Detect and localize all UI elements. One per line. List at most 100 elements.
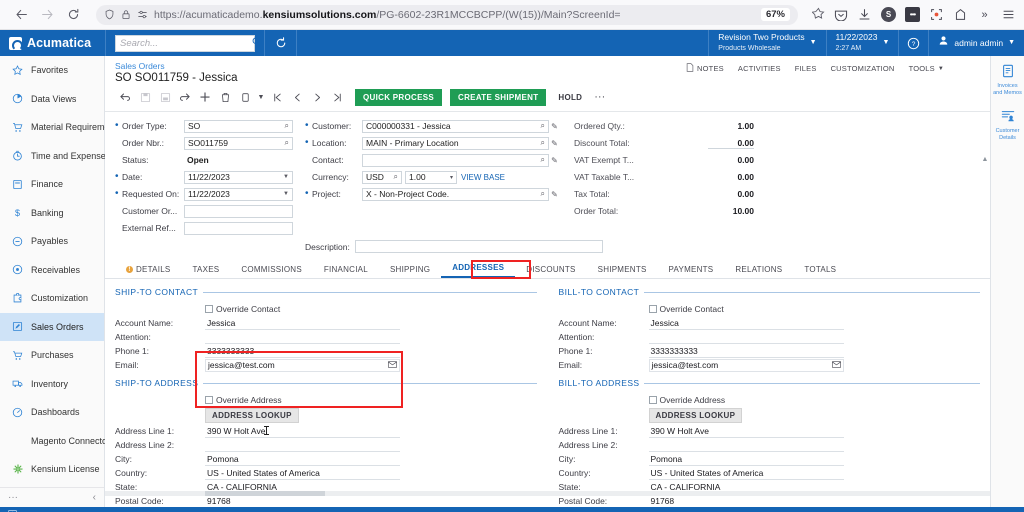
save-icon[interactable] <box>135 88 155 106</box>
first-record-icon[interactable] <box>267 88 287 106</box>
customization-link[interactable]: CUSTOMIZATION <box>831 64 895 73</box>
browser-reload-button[interactable] <box>60 4 86 26</box>
bill-to-address-lookup-button[interactable]: ADDRESS LOOKUP <box>648 408 743 423</box>
tab-totals[interactable]: TOTALS <box>793 265 847 278</box>
envelope-icon[interactable] <box>388 360 397 370</box>
sidebar-item-payables[interactable]: Payables <box>0 227 104 256</box>
sidebar-item-material-requirements[interactable]: Material Requireme... <box>0 113 117 142</box>
view-base-link[interactable]: VIEW BASE <box>457 173 505 182</box>
search-input[interactable] <box>120 37 252 49</box>
lookup-icon[interactable]: ⌕ <box>539 155 545 165</box>
customer-input[interactable]: C000000331 - Jessica ⌕ <box>362 119 549 133</box>
copy-paste-icon[interactable] <box>235 88 255 106</box>
search-icon[interactable] <box>252 37 261 49</box>
bill-to-phone-input[interactable]: 3333333333 <box>648 345 844 358</box>
date-time-selector[interactable]: 11/22/2023 2:27 AM ▼ <box>825 30 899 56</box>
bill-to-address-line2-input[interactable] <box>648 439 844 452</box>
ship-to-phone-input[interactable]: 3333333333 <box>205 345 400 358</box>
browser-back-button[interactable] <box>8 4 34 26</box>
ship-to-postal-code-input[interactable]: 91768 <box>205 495 400 507</box>
tab-taxes[interactable]: TAXES <box>182 265 231 278</box>
download-icon[interactable] <box>857 7 872 22</box>
tab-financial[interactable]: FINANCIAL <box>313 265 379 278</box>
lookup-icon[interactable]: ⌕ <box>539 121 545 131</box>
bill-to-city-input[interactable]: Pomona <box>648 453 844 466</box>
ship-to-city-input[interactable]: Pomona <box>205 453 400 466</box>
ship-to-country-input[interactable]: US - United States of America <box>205 467 400 480</box>
chevron-down-icon[interactable]: ▾ <box>448 174 453 181</box>
tab-details[interactable]: ! DETAILS <box>115 265 182 278</box>
caret-down-icon[interactable]: ▼ <box>255 88 267 106</box>
chevron-down-icon[interactable]: ▼ <box>281 191 289 197</box>
undo-icon[interactable] <box>175 88 195 106</box>
bill-to-postal-code-input[interactable]: 91768 <box>648 495 844 507</box>
bill-to-country-input[interactable]: US - United States of America <box>648 467 844 480</box>
browser-forward-button[interactable] <box>34 4 60 26</box>
ship-to-override-contact-row[interactable]: Override Contact <box>115 301 537 316</box>
requested-on-input[interactable]: 11/22/2023 ▼ <box>184 187 293 201</box>
create-shipment-button[interactable]: CREATE SHIPMENT <box>450 88 547 106</box>
ship-to-override-address-row[interactable]: Override Address <box>115 392 537 407</box>
s-badge-icon[interactable]: S <box>881 7 896 22</box>
permissions-icon[interactable] <box>137 9 148 20</box>
browser-url-bar[interactable]: https://acumaticademo.kensiumsolutions.c… <box>96 4 798 25</box>
delete-icon[interactable] <box>215 88 235 106</box>
customer-order-input[interactable] <box>184 204 293 218</box>
bill-to-attention-input[interactable] <box>648 331 844 344</box>
next-record-icon[interactable] <box>307 88 327 106</box>
add-new-icon[interactable] <box>195 88 215 106</box>
lookup-icon[interactable]: ⌕ <box>283 121 289 131</box>
zoom-level-badge[interactable]: 67% <box>760 8 790 21</box>
bill-to-account-name-input[interactable]: Jessica <box>648 317 844 330</box>
tab-shipments[interactable]: SHIPMENTS <box>587 265 658 278</box>
ship-to-address-lookup-button[interactable]: ADDRESS LOOKUP <box>205 408 299 423</box>
previous-record-icon[interactable] <box>287 88 307 106</box>
sidebar-item-banking[interactable]: $ Banking <box>0 199 104 228</box>
user-menu[interactable]: admin admin ▼ <box>928 30 1024 56</box>
activities-link[interactable]: ACTIVITIES <box>738 64 781 73</box>
last-record-icon[interactable] <box>327 88 347 106</box>
project-input[interactable]: X - Non-Project Code. ⌕ <box>362 187 549 201</box>
overflow-chevron-icon[interactable]: » <box>977 7 992 22</box>
sidebar-more-icon[interactable]: ··· <box>8 492 18 503</box>
chevron-down-icon[interactable]: ▼ <box>281 174 289 180</box>
tab-discounts[interactable]: DISCOUNTS <box>515 265 586 278</box>
sidebar-item-dashboards[interactable]: Dashboards <box>0 398 104 427</box>
global-search-box[interactable] <box>115 34 261 52</box>
hamburger-menu-icon[interactable] <box>1001 7 1016 22</box>
order-type-input[interactable]: SO ⌕ <box>184 119 293 133</box>
checkbox-icon[interactable] <box>648 304 657 313</box>
date-input[interactable]: 11/22/2023 ▼ <box>184 170 293 184</box>
external-ref-input[interactable] <box>184 221 293 235</box>
sidebar-item-sales-orders[interactable]: Sales Orders <box>0 312 104 341</box>
currency-input[interactable]: USD ⌕ <box>362 170 402 184</box>
tab-shipping[interactable]: SHIPPING <box>379 265 441 278</box>
tab-payments[interactable]: PAYMENTS <box>658 265 725 278</box>
tools-link[interactable]: TOOLS ▼ <box>909 64 944 73</box>
hold-button[interactable]: HOLD <box>558 93 582 102</box>
edit-pencil-icon[interactable]: ✎ <box>549 190 560 199</box>
sidebar-item-customization[interactable]: Customization <box>0 284 104 313</box>
sidebar-item-kensium-license[interactable]: Kensium License <box>0 455 104 484</box>
acumatica-logo[interactable]: Acumatica <box>0 30 105 56</box>
pocket-icon[interactable] <box>833 7 848 22</box>
rail-item-customer-details[interactable]: Customer Details <box>991 109 1024 142</box>
contact-input[interactable]: ⌕ <box>362 153 549 167</box>
checkbox-icon[interactable] <box>648 395 657 404</box>
sidebar-item-magento-connector[interactable]: Magento Connector <box>0 427 110 456</box>
checkbox-icon[interactable] <box>205 304 213 313</box>
ship-to-email-input[interactable]: jessica@test.com <box>205 358 400 372</box>
location-input[interactable]: MAIN - Primary Location ⌕ <box>362 136 549 150</box>
refresh-button[interactable] <box>264 30 297 56</box>
edit-pencil-icon[interactable]: ✎ <box>549 156 560 165</box>
lookup-icon[interactable]: ⌕ <box>283 138 289 148</box>
lookup-icon[interactable]: ⌕ <box>539 189 545 199</box>
lookup-icon[interactable]: ⌕ <box>392 172 398 182</box>
share-icon[interactable] <box>953 7 968 22</box>
description-input[interactable] <box>355 240 603 253</box>
files-link[interactable]: FILES <box>795 64 817 73</box>
quick-process-button[interactable]: QUICK PROCESS <box>355 88 443 106</box>
edit-pencil-icon[interactable]: ✎ <box>549 122 560 131</box>
rail-item-invoices-and-memos[interactable]: Invoices and Memos <box>991 64 1024 97</box>
sidebar-collapse-icon[interactable]: ‹ <box>93 492 96 503</box>
